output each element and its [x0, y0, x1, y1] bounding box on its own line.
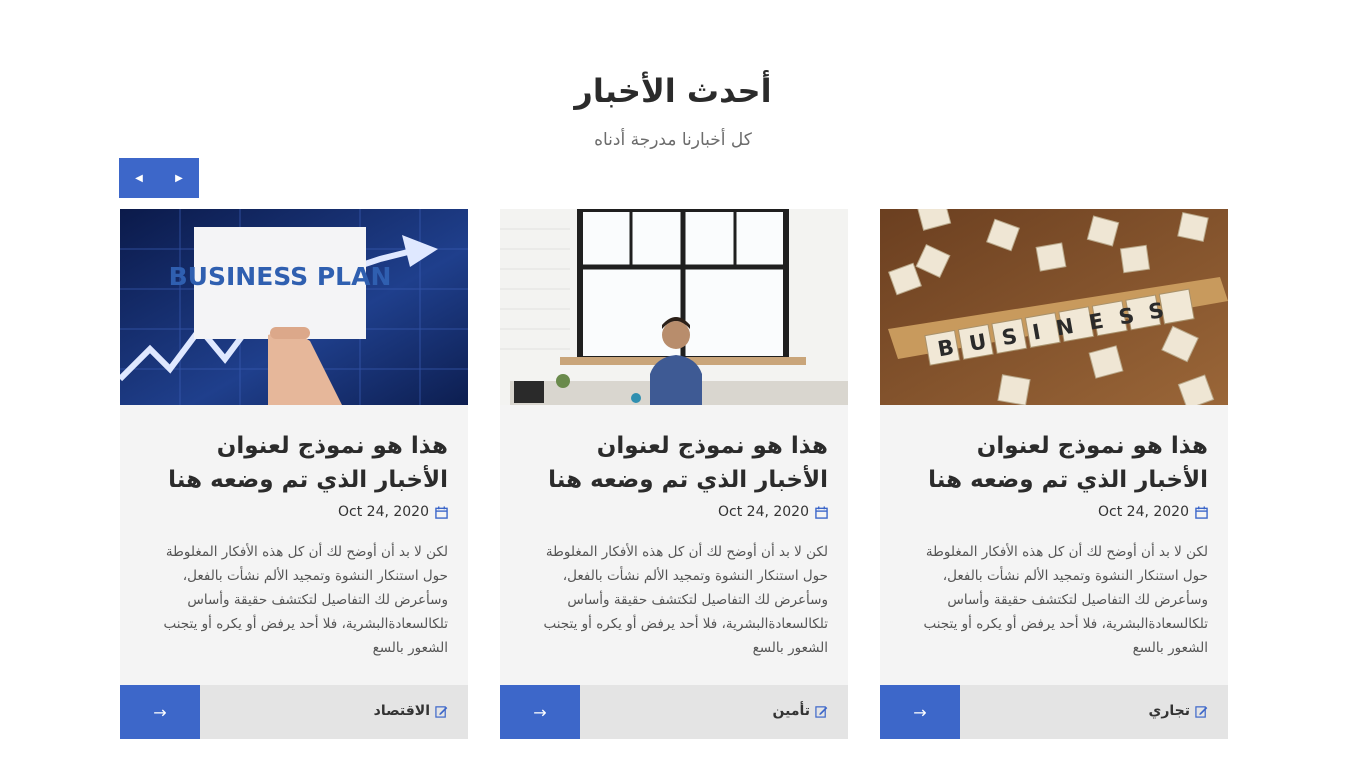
card-title[interactable]: هذا هو نموذج لعنوان الأخبار الذي تم وضعه… [528, 429, 828, 497]
card-excerpt: لكن لا بد أن أوضح لك أن كل هذه الأفكار ا… [543, 544, 828, 656]
news-card: BUSINESS PLAN هذا هو نموذج لعنوان الأخبا… [120, 209, 468, 739]
card-image-office-window[interactable] [500, 209, 848, 405]
carousel-prev-button[interactable]: ◀ [119, 158, 159, 198]
card-date: Oct 24, 2020 [1098, 504, 1208, 520]
calendar-icon [1195, 505, 1208, 519]
card-category-label: الاقتصاد [373, 703, 430, 719]
card-date-text: Oct 24, 2020 [338, 504, 429, 520]
calendar-icon [815, 505, 828, 519]
card-excerpt: لكن لا بد أن أوضح لك أن كل هذه الأفكار ا… [163, 544, 448, 656]
card-excerpt: لكن لا بد أن أوضح لك أن كل هذه الأفكار ا… [923, 544, 1208, 656]
read-more-button[interactable]: → [120, 685, 200, 739]
card-date-text: Oct 24, 2020 [718, 504, 809, 520]
carousel-next-button[interactable]: ▶ [159, 158, 199, 198]
card-footer: → تجاري [880, 685, 1228, 739]
section-subtitle: كل أخبارنا مدرجة أدناه [594, 130, 752, 150]
card-title[interactable]: هذا هو نموذج لعنوان الأخبار الذي تم وضعه… [908, 429, 1208, 497]
card-footer: → تأمين [500, 685, 848, 739]
card-category-label: تأمين [772, 703, 811, 719]
card-title[interactable]: هذا هو نموذج لعنوان الأخبار الذي تم وضعه… [148, 429, 448, 497]
card-footer: → الاقتصاد [120, 685, 468, 739]
calendar-icon [435, 505, 448, 519]
edit-icon [435, 705, 448, 718]
card-image-scrabble[interactable]: BUSINESS [880, 209, 1228, 405]
edit-icon [1195, 705, 1208, 718]
card-date: Oct 24, 2020 [338, 504, 448, 520]
card-image-business-plan[interactable]: BUSINESS PLAN [120, 209, 468, 405]
carousel-nav: ◀ ▶ [119, 158, 199, 198]
read-more-button[interactable]: → [880, 685, 960, 739]
card-category-link[interactable]: الاقتصاد [374, 703, 448, 719]
news-card: هذا هو نموذج لعنوان الأخبار الذي تم وضعه… [500, 209, 848, 739]
card-image-text: BUSINESS PLAN [169, 262, 392, 291]
read-more-button[interactable]: → [500, 685, 580, 739]
news-card: BUSINESS هذا هو نموذج لعنوان الأخبار الذ… [880, 209, 1228, 739]
card-category-link[interactable]: تأمين [773, 703, 829, 719]
card-category-link[interactable]: تجاري [1149, 703, 1209, 719]
card-date: Oct 24, 2020 [718, 504, 828, 520]
section-title: أحدث الأخبار [574, 72, 772, 110]
card-category-label: تجاري [1148, 703, 1191, 719]
edit-icon [815, 705, 828, 718]
card-date-text: Oct 24, 2020 [1098, 504, 1189, 520]
